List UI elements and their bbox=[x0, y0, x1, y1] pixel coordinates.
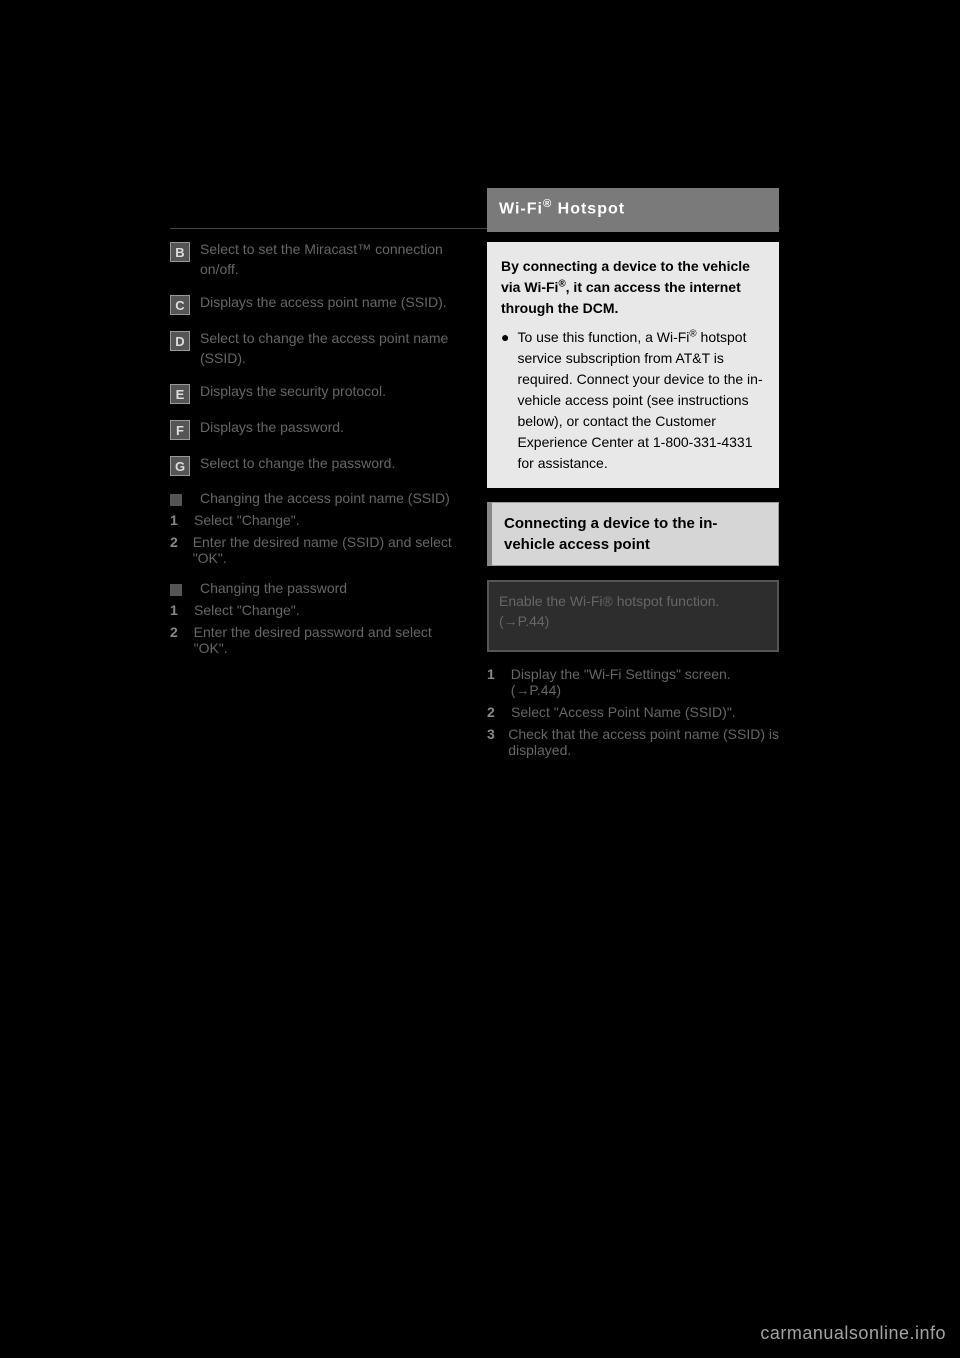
letter-c-icon: C bbox=[170, 295, 190, 315]
registered-icon: ® bbox=[558, 279, 565, 290]
left-column: B Select to set the Miracast™ connection… bbox=[170, 180, 462, 764]
step-2-2: 2 Enter the desired password and select … bbox=[170, 624, 462, 656]
subheading-1: Changing the access point name (SSID) bbox=[170, 490, 462, 506]
registered-icon: ® bbox=[689, 329, 696, 340]
title-part-b: Hotspot bbox=[552, 200, 625, 217]
item-e: E Displays the security protocol. bbox=[170, 382, 462, 404]
step-1-2-text: Enter the desired name (SSID) and select… bbox=[193, 534, 462, 566]
right-step-2-text: Select "Access Point Name (SSID)". bbox=[511, 704, 736, 720]
watermark: carmanualsonline.info bbox=[760, 1323, 946, 1344]
step-number: 2 bbox=[170, 534, 183, 566]
bullet-icon: ● bbox=[501, 327, 509, 474]
step-number: 3 bbox=[487, 726, 498, 758]
item-g: G Select to change the password. bbox=[170, 454, 462, 476]
item-c: C Displays the access point name (SSID). bbox=[170, 293, 462, 315]
item-d: D Select to change the access point name… bbox=[170, 329, 462, 368]
item-b: B Select to set the Miracast™ connection… bbox=[170, 240, 462, 279]
letter-d-icon: D bbox=[170, 331, 190, 351]
step-2-2-text: Enter the desired password and select "O… bbox=[194, 624, 462, 656]
step-number: 2 bbox=[487, 704, 501, 720]
step-1-2: 2 Enter the desired name (SSID) and sele… bbox=[170, 534, 462, 566]
sub-heading: Connecting a device to the in-vehicle ac… bbox=[487, 502, 779, 566]
item-e-text: Displays the security protocol. bbox=[200, 382, 386, 404]
letter-f-icon: F bbox=[170, 420, 190, 440]
step-2-1: 1 Select "Change". bbox=[170, 602, 462, 618]
page-content: B Select to set the Miracast™ connection… bbox=[170, 180, 780, 764]
section-title: Wi-Fi® Hotspot bbox=[487, 188, 779, 232]
step-number: 1 bbox=[170, 512, 184, 528]
registered-icon: ® bbox=[543, 198, 552, 210]
right-step-3-text: Check that the access point name (SSID) … bbox=[508, 726, 779, 758]
letter-e-icon: E bbox=[170, 384, 190, 404]
item-g-text: Select to change the password. bbox=[200, 454, 395, 476]
bullet-text: To use this function, a Wi-Fi® hotspot s… bbox=[517, 327, 765, 474]
info-box: By connecting a device to the vehicle vi… bbox=[487, 242, 779, 488]
item-f: F Displays the password. bbox=[170, 418, 462, 440]
item-c-text: Displays the access point name (SSID). bbox=[200, 293, 447, 315]
info-lead: By connecting a device to the vehicle vi… bbox=[501, 256, 765, 319]
step-1-1-text: Select "Change". bbox=[194, 512, 300, 528]
letter-g-icon: G bbox=[170, 456, 190, 476]
step-2-1-text: Select "Change". bbox=[194, 602, 300, 618]
subheading-2-text: Changing the password bbox=[200, 580, 347, 596]
square-icon bbox=[170, 494, 182, 506]
item-f-text: Displays the password. bbox=[200, 418, 344, 440]
right-step-2: 2 Select "Access Point Name (SSID)". bbox=[487, 704, 779, 720]
step-number: 1 bbox=[487, 666, 501, 698]
step-number: 2 bbox=[170, 624, 184, 656]
item-d-text: Select to change the access point name (… bbox=[200, 329, 462, 368]
right-column: Wi-Fi® Hotspot By connecting a device to… bbox=[487, 180, 779, 764]
item-b-text: Select to set the Miracast™ connection o… bbox=[200, 240, 462, 279]
hint-box: Enable the Wi-Fi® hotspot function. (→P.… bbox=[487, 580, 779, 652]
right-step-1-text: Display the "Wi-Fi Settings" screen. (→P… bbox=[511, 666, 779, 698]
letter-b-icon: B bbox=[170, 242, 190, 262]
step-number: 1 bbox=[170, 602, 184, 618]
info-bullet: ● To use this function, a Wi-Fi® hotspot… bbox=[501, 327, 765, 474]
right-step-1: 1 Display the "Wi-Fi Settings" screen. (… bbox=[487, 666, 779, 698]
bullet-a: To use this function, a Wi-Fi bbox=[517, 329, 689, 345]
square-icon bbox=[170, 584, 182, 596]
title-part-a: Wi-Fi bbox=[499, 200, 543, 217]
subheading-1-text: Changing the access point name (SSID) bbox=[200, 490, 450, 506]
bullet-b: hotspot service subscription from AT&T i… bbox=[517, 329, 762, 471]
step-1-1: 1 Select "Change". bbox=[170, 512, 462, 528]
right-step-3: 3 Check that the access point name (SSID… bbox=[487, 726, 779, 758]
subheading-2: Changing the password bbox=[170, 580, 462, 596]
